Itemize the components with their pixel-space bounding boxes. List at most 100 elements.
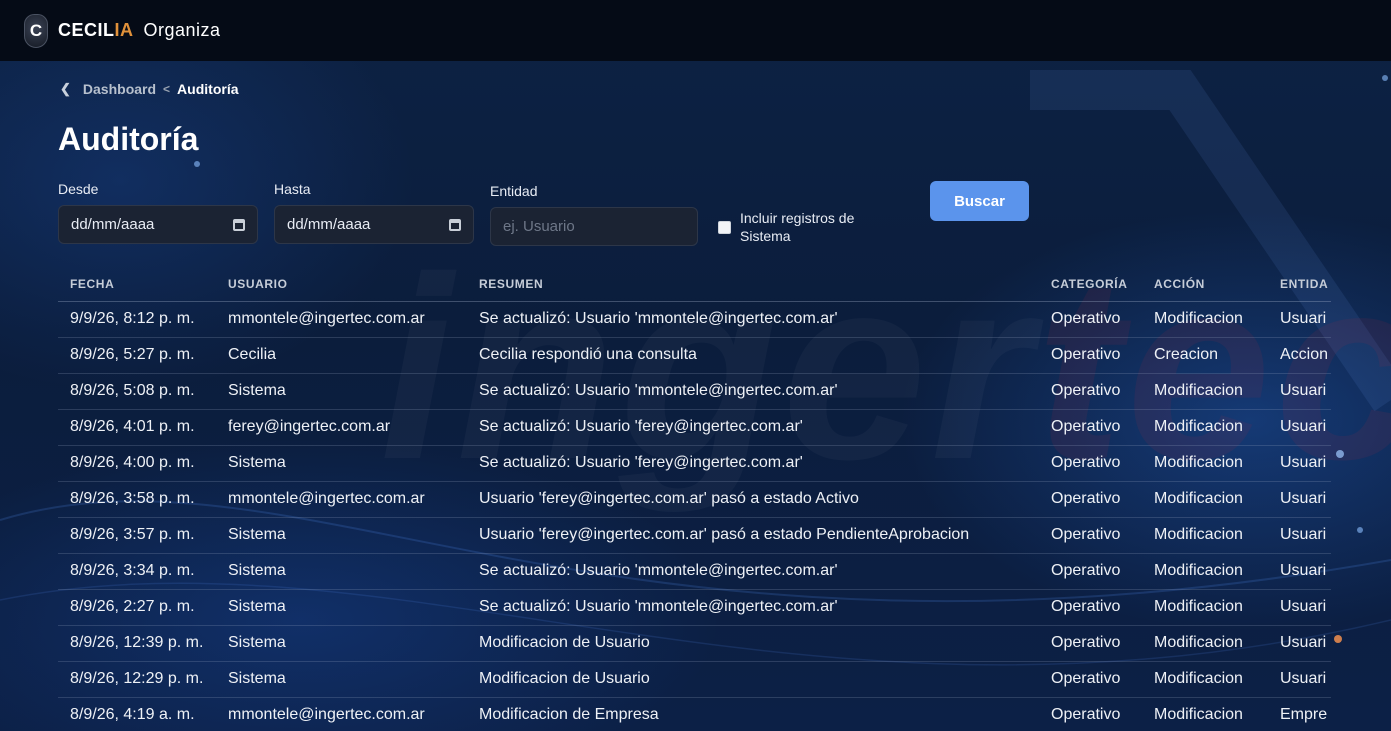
table-row[interactable]: 8/9/26, 12:29 p. m. Sistema Modificacion d… <box>58 661 1331 698</box>
column-header-resumen[interactable]: RESUMEN <box>467 267 1039 302</box>
calendar-icon[interactable] <box>233 218 245 231</box>
column-header-entidad[interactable]: ENTIDA <box>1268 267 1331 302</box>
table-row[interactable]: 8/9/26, 3:58 p. m. mmontele@ingertec.com.… <box>58 481 1331 518</box>
fecha-cell: 8/9/26, 4:00 p. m. <box>58 445 216 482</box>
audit-table: FECHA USUARIO RESUMEN CATEGORÍA ACCIÓN E… <box>58 267 1331 731</box>
resumen-cell: Se actualizó: Usuario 'mmontele@ingertec… <box>467 553 1039 590</box>
resumen-cell: Se actualizó: Usuario 'mmontele@ingertec… <box>467 301 1039 338</box>
hasta-date-input[interactable]: dd/mm/aaaa <box>274 205 474 244</box>
entidad-cell: Empre <box>1268 697 1331 731</box>
table-row[interactable]: 8/9/26, 4:19 a. m. mmontele@ingertec.com.… <box>58 697 1331 731</box>
brand-main: CECIL <box>58 20 115 40</box>
usuario-cell: ferey@ingertec.com.ar <box>216 409 467 446</box>
resumen-cell: Se actualizó: Usuario 'mmontele@ingertec… <box>467 373 1039 410</box>
categoria-cell: Operativo <box>1039 625 1142 662</box>
categoria-cell: Operativo <box>1039 373 1142 410</box>
entidad-cell: Usuari <box>1268 661 1331 698</box>
desde-label: Desde <box>58 181 99 197</box>
accion-cell: Modificacion <box>1142 481 1268 518</box>
usuario-cell: Sistema <box>216 517 467 554</box>
entidad-label: Entidad <box>490 183 538 199</box>
column-header-accion[interactable]: ACCIÓN <box>1142 267 1268 302</box>
brand-name: CECILIA <box>58 20 134 41</box>
resumen-cell: Se actualizó: Usuario 'ferey@ingertec.co… <box>467 409 1039 446</box>
breadcrumb-current: Auditoría <box>177 81 239 97</box>
usuario-cell: Sistema <box>216 625 467 662</box>
categoria-cell: Operativo <box>1039 553 1142 590</box>
breadcrumb: ❮ Dashboard < Auditoría <box>58 81 239 97</box>
entidad-cell: Usuari <box>1268 409 1331 446</box>
table-row[interactable]: 8/9/26, 4:01 p. m. ferey@ingertec.com.ar S… <box>58 409 1331 446</box>
fecha-cell: 8/9/26, 5:27 p. m. <box>58 337 216 374</box>
table-row[interactable]: 8/9/26, 3:57 p. m. Sistema Usuario 'ferey@… <box>58 517 1331 554</box>
app-logo[interactable]: C <box>24 13 48 48</box>
calendar-icon[interactable] <box>449 218 461 231</box>
column-header-fecha[interactable]: FECHA <box>58 267 216 302</box>
resumen-cell: Cecilia respondió una consulta <box>467 337 1039 374</box>
include-system-label[interactable]: Incluir registros de Sistema <box>740 209 900 245</box>
usuario-cell: Sistema <box>216 553 467 590</box>
accion-cell: Modificacion <box>1142 697 1268 731</box>
usuario-cell: Sistema <box>216 661 467 698</box>
breadcrumb-dashboard-link[interactable]: Dashboard <box>83 81 156 97</box>
breadcrumb-separator: < <box>163 82 171 96</box>
entidad-cell: Usuari <box>1268 517 1331 554</box>
table-row[interactable]: 8/9/26, 3:34 p. m. Sistema Se actualizó: U… <box>58 553 1331 590</box>
search-button[interactable]: Buscar <box>930 181 1029 221</box>
categoria-cell: Operativo <box>1039 337 1142 374</box>
resumen-cell: Modificacion de Empresa <box>467 697 1039 731</box>
table-row[interactable]: 8/9/26, 2:27 p. m. Sistema Se actualizó: U… <box>58 589 1331 626</box>
column-header-usuario[interactable]: USUARIO <box>216 267 467 302</box>
hasta-label: Hasta <box>274 181 311 197</box>
hasta-value: dd/mm/aaaa <box>287 216 371 233</box>
resumen-cell: Se actualizó: Usuario 'ferey@ingertec.co… <box>467 445 1039 482</box>
accion-cell: Modificacion <box>1142 661 1268 698</box>
table-row[interactable]: 8/9/26, 4:00 p. m. Sistema Se actualizó: U… <box>58 445 1331 482</box>
fecha-cell: 8/9/26, 12:39 p. m. <box>58 625 216 662</box>
fecha-cell: 8/9/26, 3:57 p. m. <box>58 517 216 554</box>
accion-cell: Modificacion <box>1142 589 1268 626</box>
entidad-cell: Accion <box>1268 337 1331 374</box>
fecha-cell: 8/9/26, 4:19 a. m. <box>58 697 216 731</box>
include-system-checkbox[interactable] <box>718 221 731 234</box>
resumen-cell: Usuario 'ferey@ingertec.com.ar' pasó a e… <box>467 481 1039 518</box>
chevron-left-icon[interactable]: ❮ <box>60 81 71 97</box>
fecha-cell: 8/9/26, 3:34 p. m. <box>58 553 216 590</box>
table-row[interactable]: 8/9/26, 5:27 p. m. Cecilia Cecilia respond… <box>58 337 1331 374</box>
accion-cell: Modificacion <box>1142 625 1268 662</box>
resumen-cell: Modificacion de Usuario <box>467 661 1039 698</box>
table-header-row: FECHA USUARIO RESUMEN CATEGORÍA ACCIÓN E… <box>58 267 1331 302</box>
fecha-cell: 8/9/26, 2:27 p. m. <box>58 589 216 626</box>
accion-cell: Modificacion <box>1142 517 1268 554</box>
resumen-cell: Usuario 'ferey@ingertec.com.ar' pasó a e… <box>467 517 1039 554</box>
entidad-cell: Usuari <box>1268 445 1331 482</box>
table-row[interactable]: 9/9/26, 8:12 p. m. mmontele@ingertec.com.… <box>58 301 1331 338</box>
entidad-cell: Usuari <box>1268 553 1331 590</box>
desde-date-input[interactable]: dd/mm/aaaa <box>58 205 258 244</box>
usuario-cell: mmontele@ingertec.com.ar <box>216 697 467 731</box>
accion-cell: Modificacion <box>1142 301 1268 338</box>
entidad-cell: Usuari <box>1268 589 1331 626</box>
usuario-cell: Sistema <box>216 373 467 410</box>
entidad-input[interactable]: ej. Usuario <box>490 207 698 246</box>
resumen-cell: Se actualizó: Usuario 'mmontele@ingertec… <box>467 589 1039 626</box>
fecha-cell: 8/9/26, 4:01 p. m. <box>58 409 216 446</box>
accion-cell: Modificacion <box>1142 373 1268 410</box>
usuario-cell: Sistema <box>216 589 467 626</box>
usuario-cell: Cecilia <box>216 337 467 374</box>
brand-subtitle: Organiza <box>143 20 221 40</box>
top-bar: C CECILIA Organiza <box>0 0 1391 61</box>
usuario-cell: mmontele@ingertec.com.ar <box>216 481 467 518</box>
categoria-cell: Operativo <box>1039 517 1142 554</box>
table-row[interactable]: 8/9/26, 5:08 p. m. Sistema Se actualizó: U… <box>58 373 1331 410</box>
fecha-cell: 8/9/26, 3:58 p. m. <box>58 481 216 518</box>
accion-cell: Modificacion <box>1142 553 1268 590</box>
column-header-categoria[interactable]: CATEGORÍA <box>1039 267 1142 302</box>
entidad-cell: Usuari <box>1268 301 1331 338</box>
categoria-cell: Operativo <box>1039 697 1142 731</box>
table-row[interactable]: 8/9/26, 12:39 p. m. Sistema Modificacion d… <box>58 625 1331 662</box>
entidad-cell: Usuari <box>1268 625 1331 662</box>
fecha-cell: 8/9/26, 5:08 p. m. <box>58 373 216 410</box>
categoria-cell: Operativo <box>1039 481 1142 518</box>
entidad-cell: Usuari <box>1268 481 1331 518</box>
